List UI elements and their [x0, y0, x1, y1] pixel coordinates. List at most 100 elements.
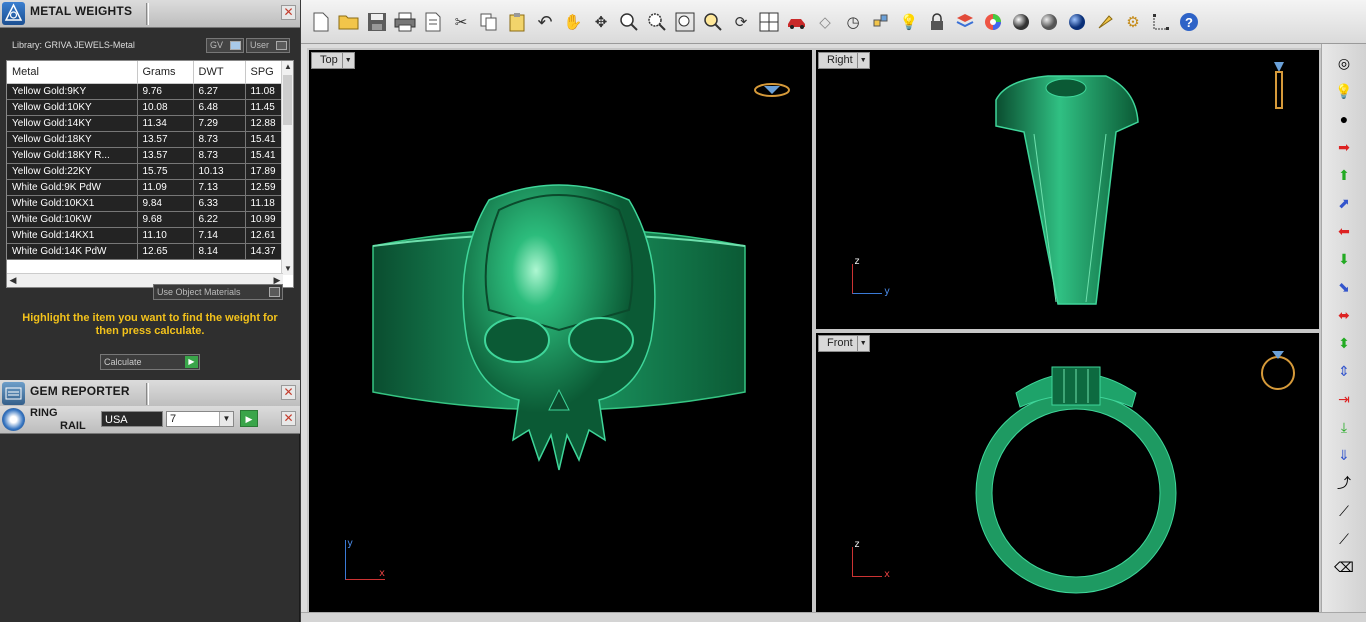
scale-x-icon[interactable]: ⬌ — [1333, 304, 1355, 326]
user-toggle[interactable]: User — [246, 38, 290, 53]
color-wheel-icon[interactable] — [981, 10, 1005, 34]
move-3d-icon[interactable]: ⬈ — [1333, 192, 1355, 214]
line-tool-icon[interactable]: ⟋ — [1333, 500, 1355, 522]
chevron-down-icon[interactable]: ▼ — [219, 412, 233, 426]
eraser-icon[interactable]: ⌫ — [1333, 556, 1355, 578]
curve-tool-icon[interactable]: ⤴ — [1333, 472, 1355, 494]
scroll-down-icon[interactable]: ▼ — [282, 263, 293, 275]
panel-grip[interactable] — [146, 383, 149, 405]
calculate-label: Calculate — [104, 357, 142, 367]
play-icon[interactable]: ▶ — [185, 356, 198, 368]
app-window: METAL WEIGHTS ✕ Library: GRIVA JEWELS-Me… — [0, 0, 1366, 622]
column-header[interactable]: SPG — [245, 61, 286, 84]
shrink-z-icon[interactable]: ⇓ — [1333, 444, 1355, 466]
column-header[interactable]: Metal — [7, 61, 138, 84]
cut-icon[interactable]: ✂ — [449, 10, 473, 34]
column-header[interactable]: Grams — [137, 61, 194, 84]
sphere-icon[interactable]: ● — [1333, 108, 1355, 130]
table-cell: 8.73 — [193, 147, 246, 164]
metal-table[interactable]: Metal Grams DWT SPG Yellow Gold:9KY 9.76 6… — [6, 60, 294, 288]
light-bulb-icon[interactable]: 💡 — [897, 10, 921, 34]
move-up-icon[interactable]: ⬆ — [1333, 164, 1355, 186]
ring-size-select[interactable]: 7 ▼ — [166, 411, 234, 427]
front-viewport[interactable]: Front ▼ z x — [814, 331, 1321, 614]
table-cell: White Gold:14KX1 — [7, 227, 138, 244]
paste-icon[interactable] — [505, 10, 529, 34]
rotate-view-icon[interactable]: ⟳ — [729, 10, 753, 34]
table-row[interactable]: White Gold:14K PdW 12.65 8.14 14.37 — [7, 243, 286, 260]
save-icon[interactable] — [365, 10, 389, 34]
table-row[interactable]: White Gold:14KX1 11.10 7.14 12.61 — [7, 227, 286, 244]
ring-rail-header[interactable]: RING RAIL USA 7 ▼ ▶ ✕ — [0, 406, 300, 434]
move-3d-down-icon[interactable]: ⬊ — [1333, 276, 1355, 298]
settings-gear-icon[interactable]: ⚙ — [1121, 10, 1145, 34]
close-ring-rail-icon[interactable]: ✕ — [281, 411, 296, 426]
table-row[interactable]: Yellow Gold:10KY 10.08 6.48 11.45 — [7, 99, 286, 116]
table-cell: 17.89 — [245, 163, 286, 180]
table-vertical-scrollbar[interactable]: ▲ ▼ — [281, 61, 293, 275]
ring-rail-run-button[interactable]: ▶ — [240, 410, 258, 427]
layers-icon[interactable] — [953, 10, 977, 34]
table-row[interactable]: Yellow Gold:18KY R... 13.57 8.73 15.41 — [7, 147, 286, 164]
move-down-icon[interactable]: ⬇ — [1333, 248, 1355, 270]
ring-size-value: 7 — [170, 413, 177, 425]
region-select[interactable]: USA — [101, 411, 163, 427]
column-header[interactable]: DWT — [193, 61, 246, 84]
scale-z-icon[interactable]: ⇕ — [1333, 360, 1355, 382]
gv-toggle[interactable]: GV — [206, 38, 244, 53]
shrink-x-icon[interactable]: ⇥ — [1333, 388, 1355, 410]
table-cell: 15.41 — [245, 147, 286, 164]
snap-points-icon[interactable] — [869, 10, 893, 34]
table-row[interactable]: Yellow Gold:18KY 13.57 8.73 15.41 — [7, 131, 286, 148]
new-file-icon[interactable] — [309, 10, 333, 34]
panel-grip[interactable] — [146, 3, 149, 25]
camera-icon[interactable]: ◎ — [1333, 52, 1355, 74]
dimensions-icon[interactable] — [1149, 10, 1173, 34]
light-bulb-icon[interactable]: 💡 — [1333, 80, 1355, 102]
four-viewports-icon[interactable] — [757, 10, 781, 34]
zoom-in-icon[interactable] — [617, 10, 641, 34]
print-icon[interactable] — [393, 10, 417, 34]
shaded-sphere-icon[interactable] — [1037, 10, 1061, 34]
scroll-thumb[interactable] — [283, 75, 292, 125]
move-right-icon[interactable]: ➡ — [1333, 136, 1355, 158]
copy-icon[interactable] — [477, 10, 501, 34]
calculate-button[interactable]: Calculate ▶ — [100, 354, 200, 370]
render-sphere-icon[interactable] — [1065, 10, 1089, 34]
scale-y-icon[interactable]: ⬍ — [1333, 332, 1355, 354]
right-viewport[interactable]: Right ▼ z y — [814, 48, 1321, 331]
scroll-up-icon[interactable]: ▲ — [282, 61, 293, 73]
open-folder-icon[interactable] — [337, 10, 361, 34]
shrink-y-icon[interactable]: ⤓ — [1333, 416, 1355, 438]
polyline-tool-icon[interactable]: ⟋ — [1333, 528, 1355, 550]
pan-hand-icon[interactable]: ✋ — [561, 10, 585, 34]
close-gem-reporter-icon[interactable]: ✕ — [281, 385, 296, 400]
table-row[interactable]: White Gold:10KW 9.68 6.22 10.99 — [7, 211, 286, 228]
table-cell: 10.99 — [245, 211, 286, 228]
scroll-left-icon[interactable]: ◀ — [7, 274, 19, 287]
lock-icon[interactable] — [925, 10, 949, 34]
material-sphere-icon[interactable] — [1009, 10, 1033, 34]
table-row[interactable]: Yellow Gold:9KY 9.76 6.27 11.08 — [7, 83, 286, 100]
move-left-icon[interactable]: ⬅ — [1333, 220, 1355, 242]
clock-icon[interactable]: ◷ — [841, 10, 865, 34]
table-row[interactable]: White Gold:10KX1 9.84 6.33 11.18 — [7, 195, 286, 212]
help-icon[interactable]: ? — [1177, 10, 1201, 34]
properties-icon[interactable] — [421, 10, 445, 34]
move-view-icon[interactable]: ✥ — [589, 10, 613, 34]
table-row[interactable]: Yellow Gold:14KY 11.34 7.29 12.88 — [7, 115, 286, 132]
zoom-window-icon[interactable] — [645, 10, 669, 34]
close-metal-weights-icon[interactable]: ✕ — [281, 5, 296, 20]
gem-reporter-header[interactable]: GEM REPORTER ✕ — [0, 380, 300, 408]
use-object-materials-toggle[interactable]: Use Object Materials — [153, 284, 283, 300]
spotlight-icon[interactable] — [1093, 10, 1117, 34]
top-viewport[interactable]: Top ▼ y x — [307, 48, 814, 614]
metal-weights-header[interactable]: METAL WEIGHTS ✕ — [0, 0, 300, 28]
table-row[interactable]: Yellow Gold:22KY 15.75 10.13 17.89 — [7, 163, 286, 180]
table-row[interactable]: White Gold:9K PdW 11.09 7.13 12.59 — [7, 179, 286, 196]
undo-icon[interactable]: ↶ — [533, 10, 557, 34]
render-car-icon[interactable] — [785, 10, 809, 34]
zoom-selected-icon[interactable] — [701, 10, 725, 34]
wireframe-icon[interactable]: ◇ — [813, 10, 837, 34]
zoom-extents-icon[interactable] — [673, 10, 697, 34]
